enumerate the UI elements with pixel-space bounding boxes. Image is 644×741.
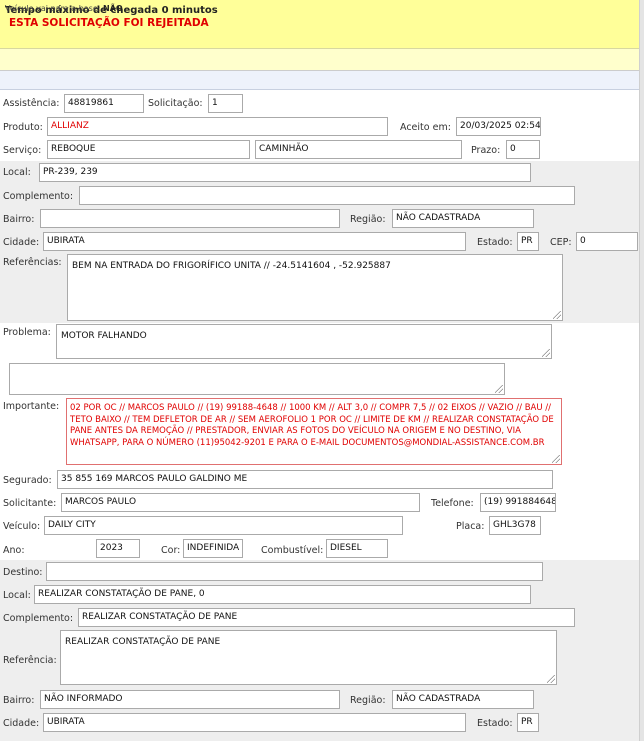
cor-field[interactable]: INDEFINIDA	[183, 539, 243, 558]
destino-estado-field[interactable]: PR	[517, 713, 539, 732]
estado-label: Estado:	[477, 237, 513, 248]
importante-text: 02 POR OC // MARCOS PAULO // (19) 99188-…	[70, 403, 554, 448]
bairro-field[interactable]	[40, 209, 340, 228]
resize-grip-icon[interactable]	[542, 349, 550, 357]
solicitante-field[interactable]: MARCOS PAULO	[61, 493, 420, 512]
estado-field[interactable]: PR	[517, 232, 539, 251]
aceito-field[interactable]: 20/03/2025 02:54	[456, 117, 541, 136]
prazo-label: Prazo:	[471, 145, 501, 156]
assistencia-field[interactable]: 48819861	[64, 94, 144, 113]
resize-grip-icon[interactable]	[552, 455, 560, 463]
produto-label: Produto:	[3, 122, 43, 133]
cidade-label: Cidade:	[3, 237, 40, 248]
destino-referencia-textarea[interactable]: REALIZAR CONSTATAÇÃO DE PANE	[60, 630, 557, 685]
servico-label: Serviço:	[3, 145, 42, 156]
segurado-field[interactable]: 35 855 169 MARCOS PAULO GALDINO ME	[57, 470, 553, 489]
destino-local-label: Local:	[3, 590, 31, 601]
destino-complemento-field[interactable]: REALIZAR CONSTATAÇÃO DE PANE	[78, 608, 575, 627]
ano-label: Ano:	[3, 545, 25, 556]
destino-cidade-field[interactable]: UBIRATA	[43, 713, 466, 732]
prazo-field[interactable]: 0	[506, 140, 540, 159]
destino-bairro-field[interactable]: NÃO INFORMADO	[40, 690, 340, 709]
combustivel-field[interactable]: DIESEL	[326, 539, 388, 558]
servico-field[interactable]: REBOQUE	[47, 140, 250, 159]
importante-textarea[interactable]: 02 POR OC // MARCOS PAULO // (19) 99188-…	[66, 398, 562, 465]
placa-label: Placa:	[456, 521, 485, 532]
importante-label: Importante:	[3, 401, 60, 412]
problema-extra-textarea[interactable]	[9, 363, 505, 395]
cep-field[interactable]: 0	[576, 232, 638, 251]
destino-label: Destino:	[3, 567, 43, 578]
referencias-textarea[interactable]: BEM NA ENTRADA DO FRIGORÍFICO UNITA // -…	[67, 254, 563, 321]
regiao-label: Região:	[350, 214, 386, 225]
problema-text: MOTOR FALHANDO	[61, 331, 147, 341]
resize-grip-icon[interactable]	[495, 385, 503, 393]
segurado-label: Segurado:	[3, 475, 52, 486]
destino-estado-label: Estado:	[477, 718, 513, 729]
destino-referencia-label: Referência:	[3, 655, 57, 666]
servico2-field[interactable]: CAMINHÃO	[255, 140, 462, 159]
destino-bairro-label: Bairro:	[3, 695, 35, 706]
regiao-field[interactable]: NÃO CADASTRADA	[392, 209, 534, 228]
problema-textarea[interactable]: MOTOR FALHANDO	[56, 324, 552, 359]
placa-field[interactable]: GHL3G78	[489, 516, 541, 535]
referencias-label: Referências:	[3, 257, 62, 268]
solicitante-label: Solicitante:	[3, 498, 57, 509]
local-label: Local:	[3, 167, 31, 178]
destino-cidade-label: Cidade:	[3, 718, 40, 729]
base-info-bar	[0, 71, 640, 90]
cor-label: Cor:	[161, 545, 181, 556]
destino-referencia-text: REALIZAR CONSTATAÇÃO DE PANE	[65, 637, 221, 647]
resize-grip-icon[interactable]	[553, 311, 561, 319]
cidade-field[interactable]: UBIRATA	[43, 232, 466, 251]
base-value: NÃO	[103, 4, 123, 13]
local-field[interactable]: PR-239, 239	[39, 163, 531, 182]
destino-regiao-label: Região:	[350, 695, 386, 706]
bairro-label: Bairro:	[3, 214, 35, 225]
veiculo-field[interactable]: DAILY CITY	[44, 516, 403, 535]
vertical-scrollbar[interactable]	[639, 0, 644, 741]
destino-complemento-label: Complemento:	[3, 613, 74, 624]
arrival-time-bar	[0, 49, 640, 71]
cep-label: CEP:	[550, 237, 572, 248]
destino-local-field[interactable]: REALIZAR CONSTATAÇÃO DE PANE, 0	[34, 585, 531, 604]
destino-regiao-field[interactable]: NÃO CADASTRADA	[392, 690, 534, 709]
complemento-label: Complemento:	[3, 191, 74, 202]
assistencia-label: Assistência:	[3, 98, 60, 109]
rejection-message: ESTA SOLICITAÇÃO FOI REJEITADA	[9, 17, 209, 29]
base-label: Veículo vai para a base:	[5, 4, 101, 13]
ano-field[interactable]: 2023	[96, 539, 140, 558]
telefone-label: Telefone:	[431, 498, 474, 509]
destino-field[interactable]	[46, 562, 543, 581]
base-info-text: Veículo vai para a base: NÃO	[5, 4, 123, 13]
produto-field[interactable]: ALLIANZ	[47, 117, 388, 136]
referencias-text: BEM NA ENTRADA DO FRIGORÍFICO UNITA // -…	[72, 261, 391, 271]
resize-grip-icon[interactable]	[547, 675, 555, 683]
veiculo-label: Veículo:	[3, 521, 41, 532]
solicitacao-field[interactable]: 1	[208, 94, 243, 113]
complemento-field[interactable]	[79, 186, 575, 205]
solicitacao-label: Solicitação:	[148, 98, 203, 109]
telefone-field[interactable]: (19) 991884648	[480, 493, 556, 512]
problema-label: Problema:	[3, 327, 51, 338]
combustivel-label: Combustível:	[261, 545, 324, 556]
aceito-label: Aceito em:	[400, 122, 451, 133]
